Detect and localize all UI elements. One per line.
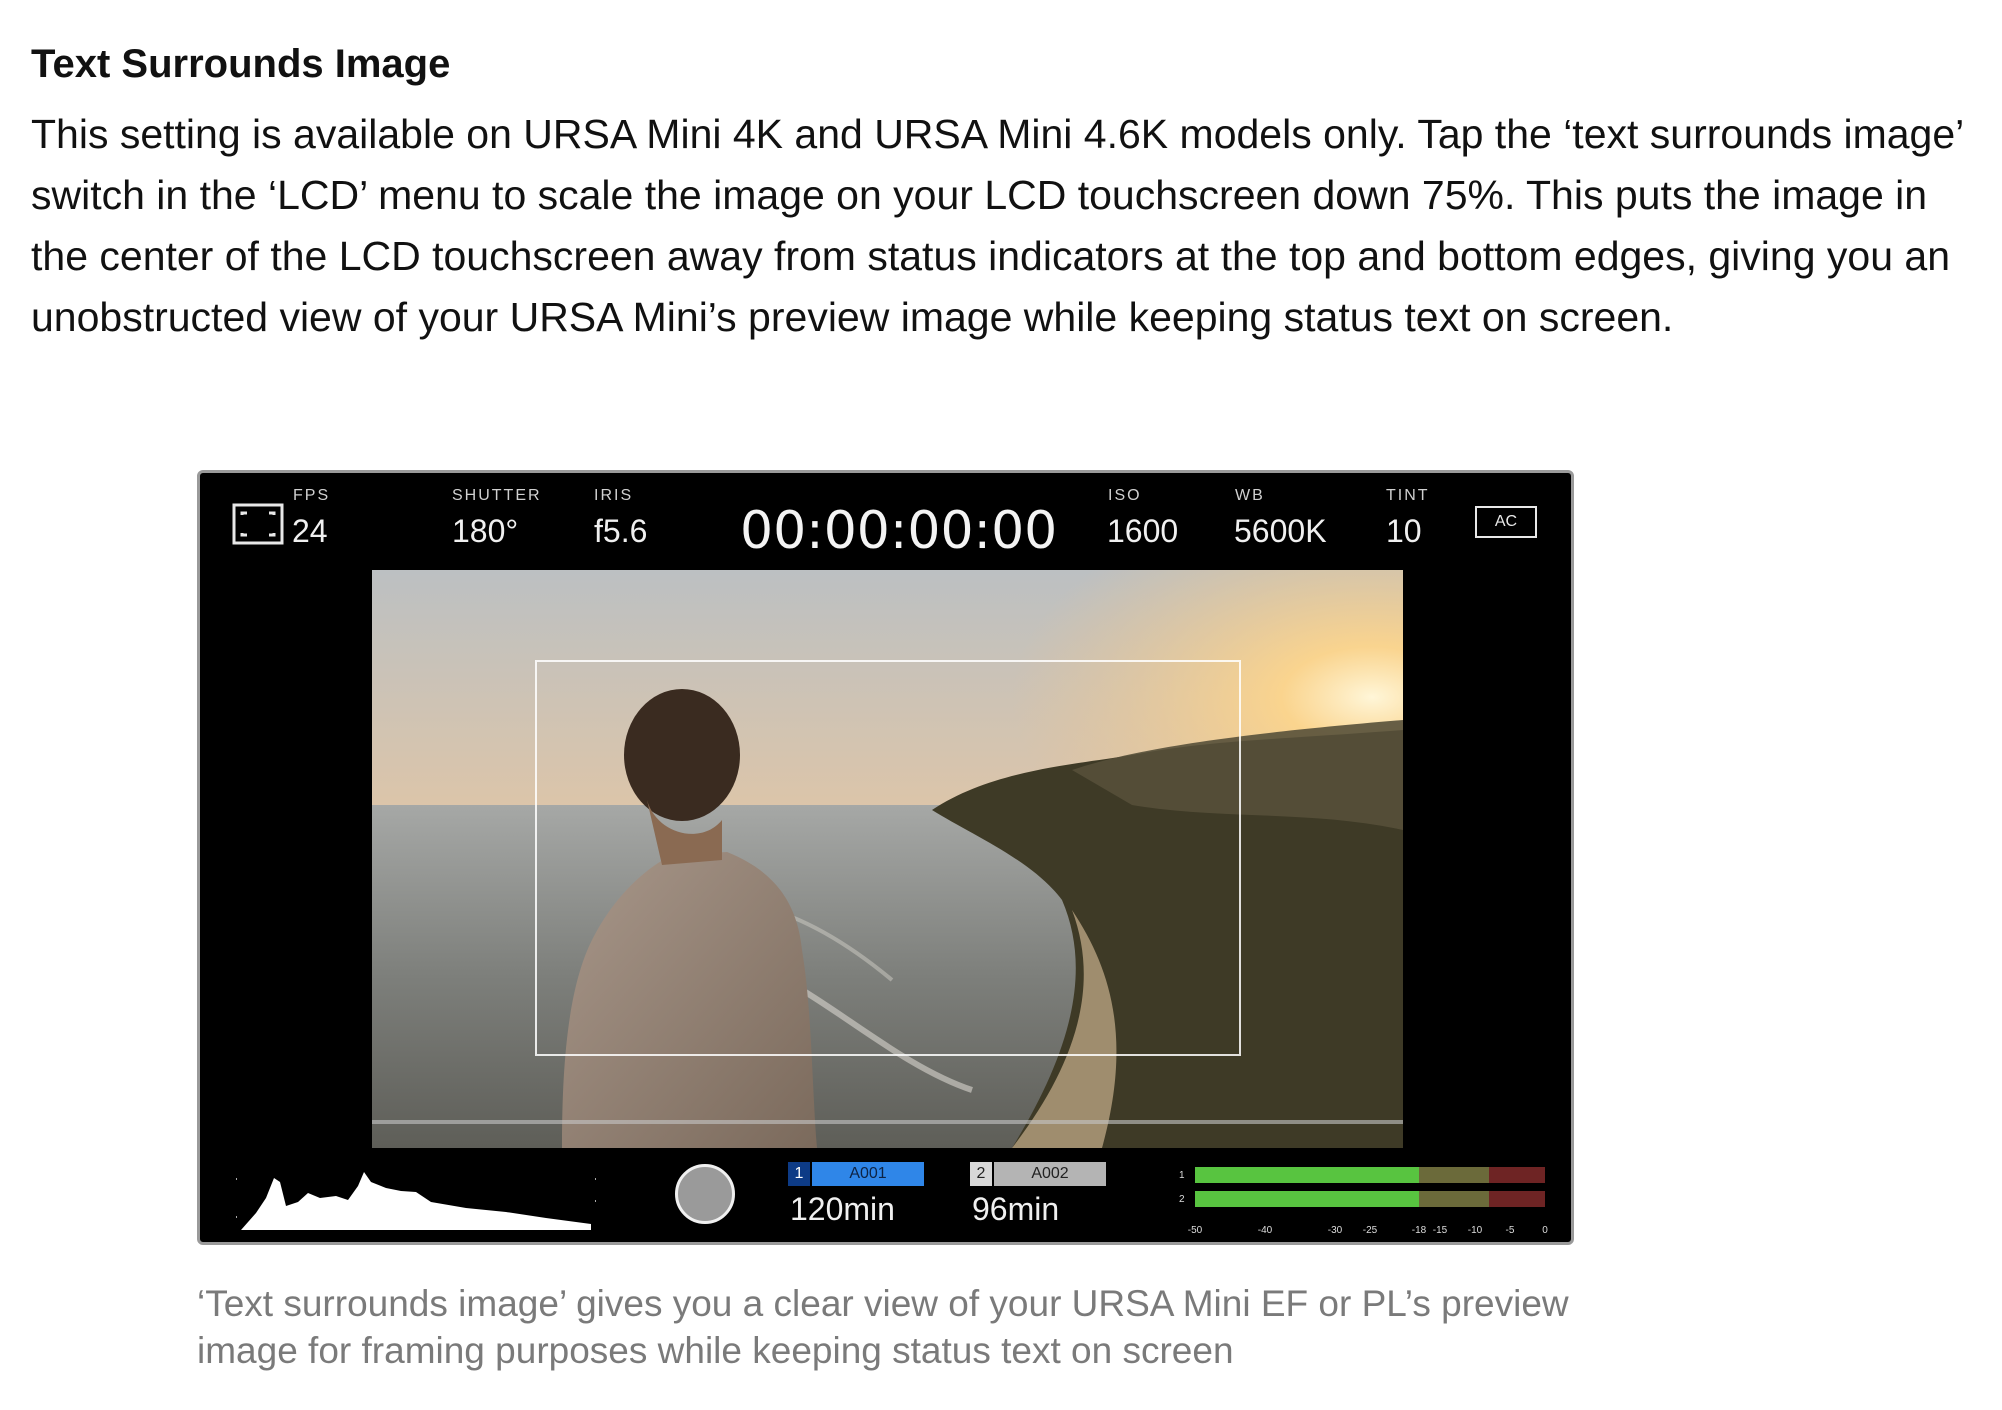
section-heading: Text Surrounds Image <box>31 42 451 86</box>
meter-scale-label: -10 <box>1468 1225 1483 1236</box>
slot-1-name: A001 <box>812 1162 924 1186</box>
timecode-display[interactable]: 00:00:00:00 <box>740 501 1057 561</box>
slot-1-number: 1 <box>788 1162 810 1186</box>
meter-channel-label: 1 <box>1179 1170 1185 1181</box>
iso-label: ISO <box>1108 487 1142 504</box>
meter-scale-label: -40 <box>1258 1225 1273 1236</box>
meter-track-segment <box>1489 1191 1545 1207</box>
histogram <box>236 1172 596 1230</box>
meter-scale-label: -30 <box>1328 1225 1343 1236</box>
meter-level-bar <box>1195 1167 1419 1183</box>
tint-label: TINT <box>1386 487 1430 504</box>
section-body: This setting is available on URSA Mini 4… <box>31 111 1963 340</box>
record-button-icon[interactable] <box>675 1164 735 1224</box>
lcd-screen: FPS 24 SHUTTER 180° IRIS f5.6 00:00:00:0… <box>197 470 1574 1245</box>
meter-scale-label: -25 <box>1363 1225 1378 1236</box>
meter-channel-label: 2 <box>1179 1194 1185 1205</box>
meter-track-segment <box>1419 1167 1489 1183</box>
wb-value[interactable]: 5600K <box>1234 513 1327 550</box>
figure-caption: ‘Text surrounds image’ gives you a clear… <box>197 1283 1569 1371</box>
meter-scale-label: -5 <box>1506 1225 1515 1236</box>
ac-badge[interactable]: AC <box>1475 506 1537 538</box>
meter-track-segment <box>1419 1191 1489 1207</box>
shutter-label: SHUTTER <box>452 487 542 504</box>
meter-track-segment <box>1489 1167 1545 1183</box>
slot-2-name: A002 <box>994 1162 1106 1186</box>
slot-1-time: 120min <box>790 1191 895 1227</box>
audio-meters[interactable]: 12-50 -40 -30 -25 -18 -15 -10 -5 0 <box>1175 1157 1550 1237</box>
meter-scale-label: -15 <box>1433 1225 1448 1236</box>
tint-value[interactable]: 10 <box>1386 513 1422 550</box>
shutter-value[interactable]: 180° <box>452 513 518 550</box>
frame-guides-icon[interactable] <box>232 503 284 545</box>
frame-guide <box>535 660 1241 1056</box>
meter-scale-label: 0 <box>1542 1225 1548 1236</box>
iris-value[interactable]: f5.6 <box>594 513 647 550</box>
iris-label: IRIS <box>594 487 634 504</box>
meter-scale-label: -18 <box>1412 1225 1427 1236</box>
slot-2-time: 96min <box>972 1191 1060 1227</box>
fps-label: FPS <box>293 487 331 504</box>
meter-scale-label: -50 <box>1188 1225 1203 1236</box>
meter-level-bar <box>1195 1191 1419 1207</box>
iso-value[interactable]: 1600 <box>1107 513 1178 550</box>
slot-2-number: 2 <box>970 1162 992 1186</box>
wb-label: WB <box>1235 487 1265 504</box>
fps-value[interactable]: 24 <box>292 513 328 550</box>
